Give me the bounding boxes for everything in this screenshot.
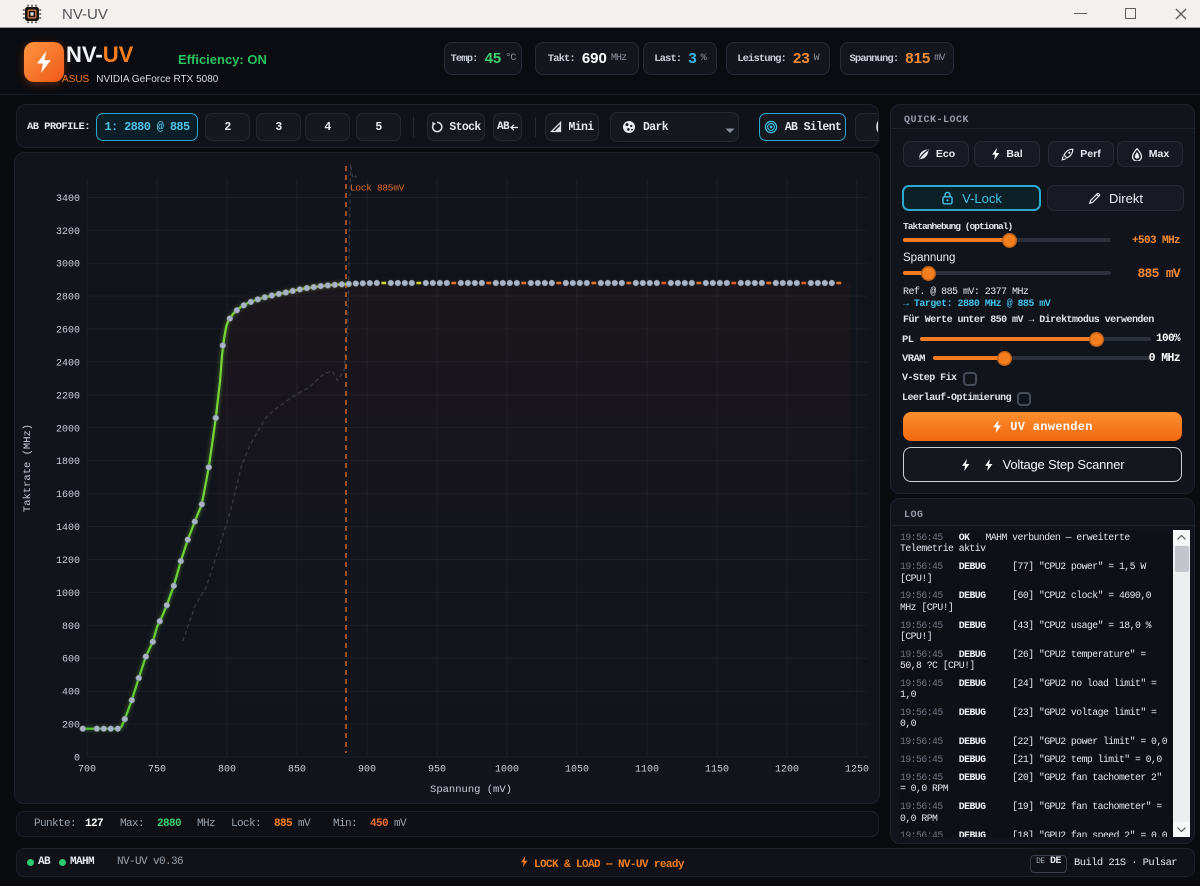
- svg-text:2600: 2600: [56, 326, 80, 337]
- svg-text:Lock 885mV: Lock 885mV: [350, 183, 405, 194]
- svg-text:1100: 1100: [635, 765, 659, 776]
- svg-text:800: 800: [62, 622, 80, 633]
- svg-text:1400: 1400: [56, 523, 80, 534]
- svg-text:900: 900: [358, 765, 376, 776]
- svg-text:3200: 3200: [56, 227, 80, 238]
- svg-text:0: 0: [74, 754, 80, 765]
- svg-text:1150: 1150: [705, 765, 729, 776]
- svg-text:2000: 2000: [56, 424, 80, 435]
- svg-text:1000: 1000: [495, 765, 519, 776]
- svg-text:1800: 1800: [56, 457, 80, 468]
- svg-text:850: 850: [288, 765, 306, 776]
- svg-text:750: 750: [148, 765, 166, 776]
- svg-text:600: 600: [62, 655, 80, 666]
- svg-text:200: 200: [62, 721, 80, 732]
- svg-text:1050: 1050: [565, 765, 589, 776]
- svg-text:1250: 1250: [845, 765, 869, 776]
- svg-text:1200: 1200: [56, 556, 80, 567]
- svg-text:Spannung (mV): Spannung (mV): [430, 784, 512, 796]
- svg-text:1200: 1200: [775, 765, 799, 776]
- svg-text:1000: 1000: [56, 589, 80, 600]
- svg-text:1600: 1600: [56, 490, 80, 501]
- svg-text:400: 400: [62, 688, 80, 699]
- svg-text:2200: 2200: [56, 391, 80, 402]
- svg-text:2400: 2400: [56, 359, 80, 370]
- svg-text:Taktrate (MHz): Taktrate (MHz): [22, 424, 34, 512]
- svg-text:3000: 3000: [56, 260, 80, 271]
- svg-text:700: 700: [78, 765, 96, 776]
- svg-text:950: 950: [428, 765, 446, 776]
- svg-text:3400: 3400: [56, 194, 80, 205]
- svg-text:800: 800: [218, 765, 236, 776]
- svg-text:2800: 2800: [56, 293, 80, 304]
